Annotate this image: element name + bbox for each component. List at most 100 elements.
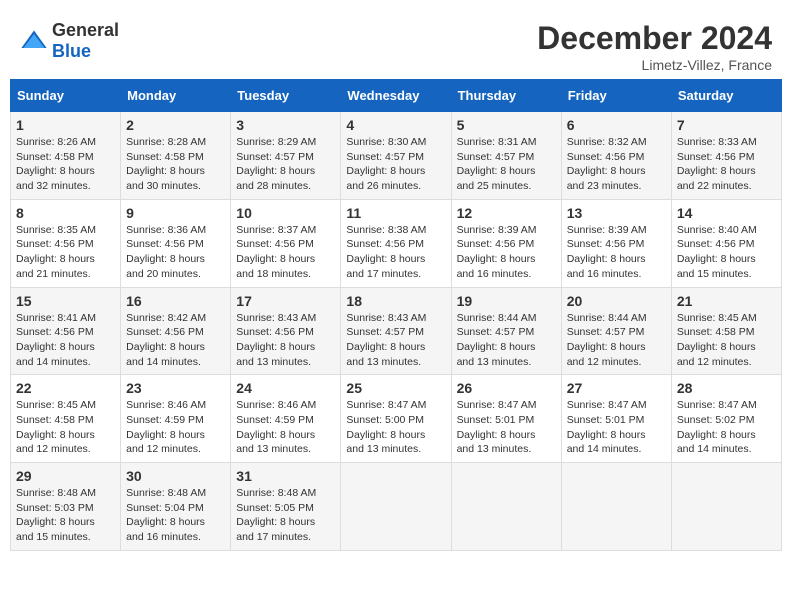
day-info: Sunrise: 8:48 AMSunset: 5:03 PMDaylight:… — [16, 486, 115, 545]
calendar-cell: 26 Sunrise: 8:47 AMSunset: 5:01 PMDayligh… — [451, 375, 561, 463]
calendar-week-row: 8 Sunrise: 8:35 AMSunset: 4:56 PMDaylight… — [11, 199, 782, 287]
calendar-week-row: 29Sunrise: 8:48 AMSunset: 5:03 PMDayligh… — [11, 463, 782, 551]
day-number: 7 — [677, 117, 776, 133]
calendar-cell: 25 Sunrise: 8:47 AMSunset: 5:00 PMDayligh… — [341, 375, 451, 463]
day-info: Sunrise: 8:42 AMSunset: 4:56 PMDaylight:… — [126, 311, 225, 370]
location-subtitle: Limetz-Villez, France — [537, 57, 772, 73]
day-number: 25 — [346, 380, 445, 396]
day-number: 4 — [346, 117, 445, 133]
day-number: 24 — [236, 380, 335, 396]
weekday-header-monday: Monday — [121, 80, 231, 112]
day-number: 11 — [346, 205, 445, 221]
day-info: Sunrise: 8:30 AMSunset: 4:57 PMDaylight:… — [346, 135, 445, 194]
calendar-cell: 4 Sunrise: 8:30 AMSunset: 4:57 PMDaylight… — [341, 112, 451, 200]
calendar-cell: 13Sunrise: 8:39 AMSunset: 4:56 PMDayligh… — [561, 199, 671, 287]
weekday-header-friday: Friday — [561, 80, 671, 112]
calendar-cell: 6Sunrise: 8:32 AMSunset: 4:56 PMDaylight… — [561, 112, 671, 200]
calendar-cell: 20Sunrise: 8:44 AMSunset: 4:57 PMDayligh… — [561, 287, 671, 375]
day-info: Sunrise: 8:43 AMSunset: 4:57 PMDaylight:… — [346, 311, 445, 370]
calendar-cell: 23 Sunrise: 8:46 AMSunset: 4:59 PMDayligh… — [121, 375, 231, 463]
title-area: December 2024 Limetz-Villez, France — [537, 20, 772, 73]
day-info: Sunrise: 8:45 AMSunset: 4:58 PMDaylight:… — [677, 311, 776, 370]
calendar-cell: 2Sunrise: 8:28 AMSunset: 4:58 PMDaylight… — [121, 112, 231, 200]
day-number: 13 — [567, 205, 666, 221]
calendar-cell — [341, 463, 451, 551]
weekday-header-thursday: Thursday — [451, 80, 561, 112]
day-number: 31 — [236, 468, 335, 484]
day-number: 18 — [346, 293, 445, 309]
day-number: 6 — [567, 117, 666, 133]
day-info: Sunrise: 8:47 AMSunset: 5:02 PMDaylight:… — [677, 398, 776, 457]
day-number: 21 — [677, 293, 776, 309]
day-number: 28 — [677, 380, 776, 396]
day-info: Sunrise: 8:47 AMSunset: 5:00 PMDaylight:… — [346, 398, 445, 457]
calendar-cell: 10 Sunrise: 8:37 AMSunset: 4:56 PMDayligh… — [231, 199, 341, 287]
calendar-cell: 21 Sunrise: 8:45 AMSunset: 4:58 PMDayligh… — [671, 287, 781, 375]
day-number: 2 — [126, 117, 225, 133]
calendar-week-row: 22 Sunrise: 8:45 AMSunset: 4:58 PMDayligh… — [11, 375, 782, 463]
weekday-header-saturday: Saturday — [671, 80, 781, 112]
day-number: 8 — [16, 205, 115, 221]
day-info: Sunrise: 8:41 AMSunset: 4:56 PMDaylight:… — [16, 311, 115, 370]
day-info: Sunrise: 8:48 AMSunset: 5:04 PMDaylight:… — [126, 486, 225, 545]
calendar-cell: 18 Sunrise: 8:43 AMSunset: 4:57 PMDayligh… — [341, 287, 451, 375]
logo-icon — [20, 27, 48, 55]
calendar-week-row: 15Sunrise: 8:41 AMSunset: 4:56 PMDayligh… — [11, 287, 782, 375]
day-info: Sunrise: 8:35 AMSunset: 4:56 PMDaylight:… — [16, 223, 115, 282]
day-number: 26 — [457, 380, 556, 396]
day-info: Sunrise: 8:46 AMSunset: 4:59 PMDaylight:… — [126, 398, 225, 457]
calendar-cell: 27Sunrise: 8:47 AMSunset: 5:01 PMDayligh… — [561, 375, 671, 463]
day-number: 23 — [126, 380, 225, 396]
calendar-cell: 31 Sunrise: 8:48 AMSunset: 5:05 PMDayligh… — [231, 463, 341, 551]
day-number: 10 — [236, 205, 335, 221]
day-number: 3 — [236, 117, 335, 133]
calendar-cell: 22 Sunrise: 8:45 AMSunset: 4:58 PMDayligh… — [11, 375, 121, 463]
calendar-cell: 30 Sunrise: 8:48 AMSunset: 5:04 PMDayligh… — [121, 463, 231, 551]
day-info: Sunrise: 8:48 AMSunset: 5:05 PMDaylight:… — [236, 486, 335, 545]
day-info: Sunrise: 8:31 AMSunset: 4:57 PMDaylight:… — [457, 135, 556, 194]
day-info: Sunrise: 8:33 AMSunset: 4:56 PMDaylight:… — [677, 135, 776, 194]
calendar-cell: 28 Sunrise: 8:47 AMSunset: 5:02 PMDayligh… — [671, 375, 781, 463]
calendar-header: SundayMondayTuesdayWednesdayThursdayFrid… — [11, 80, 782, 112]
weekday-header-tuesday: Tuesday — [231, 80, 341, 112]
day-info: Sunrise: 8:43 AMSunset: 4:56 PMDaylight:… — [236, 311, 335, 370]
day-info: Sunrise: 8:45 AMSunset: 4:58 PMDaylight:… — [16, 398, 115, 457]
calendar-body: 1 Sunrise: 8:26 AMSunset: 4:58 PMDaylight… — [11, 112, 782, 551]
day-number: 16 — [126, 293, 225, 309]
calendar-cell: 19Sunrise: 8:44 AMSunset: 4:57 PMDayligh… — [451, 287, 561, 375]
day-info: Sunrise: 8:46 AMSunset: 4:59 PMDaylight:… — [236, 398, 335, 457]
day-number: 5 — [457, 117, 556, 133]
day-number: 14 — [677, 205, 776, 221]
day-number: 27 — [567, 380, 666, 396]
calendar-cell: 3Sunrise: 8:29 AMSunset: 4:57 PMDaylight… — [231, 112, 341, 200]
calendar-table: SundayMondayTuesdayWednesdayThursdayFrid… — [10, 79, 782, 551]
day-number: 19 — [457, 293, 556, 309]
calendar-cell: 9 Sunrise: 8:36 AMSunset: 4:56 PMDaylight… — [121, 199, 231, 287]
day-number: 1 — [16, 117, 115, 133]
day-info: Sunrise: 8:37 AMSunset: 4:56 PMDaylight:… — [236, 223, 335, 282]
day-number: 9 — [126, 205, 225, 221]
calendar-cell: 1 Sunrise: 8:26 AMSunset: 4:58 PMDaylight… — [11, 112, 121, 200]
day-info: Sunrise: 8:26 AMSunset: 4:58 PMDaylight:… — [16, 135, 115, 194]
calendar-cell: 8 Sunrise: 8:35 AMSunset: 4:56 PMDaylight… — [11, 199, 121, 287]
logo-general-text: General — [52, 20, 119, 40]
day-info: Sunrise: 8:47 AMSunset: 5:01 PMDaylight:… — [457, 398, 556, 457]
logo-blue-text: Blue — [52, 41, 91, 61]
day-info: Sunrise: 8:36 AMSunset: 4:56 PMDaylight:… — [126, 223, 225, 282]
day-info: Sunrise: 8:44 AMSunset: 4:57 PMDaylight:… — [567, 311, 666, 370]
header: General Blue December 2024 Limetz-Villez… — [10, 10, 782, 79]
weekday-header-sunday: Sunday — [11, 80, 121, 112]
calendar-cell: 16 Sunrise: 8:42 AMSunset: 4:56 PMDayligh… — [121, 287, 231, 375]
weekday-header-wednesday: Wednesday — [341, 80, 451, 112]
calendar-cell: 15Sunrise: 8:41 AMSunset: 4:56 PMDayligh… — [11, 287, 121, 375]
calendar-cell: 7 Sunrise: 8:33 AMSunset: 4:56 PMDaylight… — [671, 112, 781, 200]
day-number: 30 — [126, 468, 225, 484]
calendar-cell: 17 Sunrise: 8:43 AMSunset: 4:56 PMDayligh… — [231, 287, 341, 375]
day-info: Sunrise: 8:38 AMSunset: 4:56 PMDaylight:… — [346, 223, 445, 282]
day-number: 17 — [236, 293, 335, 309]
day-info: Sunrise: 8:39 AMSunset: 4:56 PMDaylight:… — [457, 223, 556, 282]
calendar-cell — [561, 463, 671, 551]
day-number: 22 — [16, 380, 115, 396]
logo: General Blue — [20, 20, 119, 62]
weekday-header-row: SundayMondayTuesdayWednesdayThursdayFrid… — [11, 80, 782, 112]
